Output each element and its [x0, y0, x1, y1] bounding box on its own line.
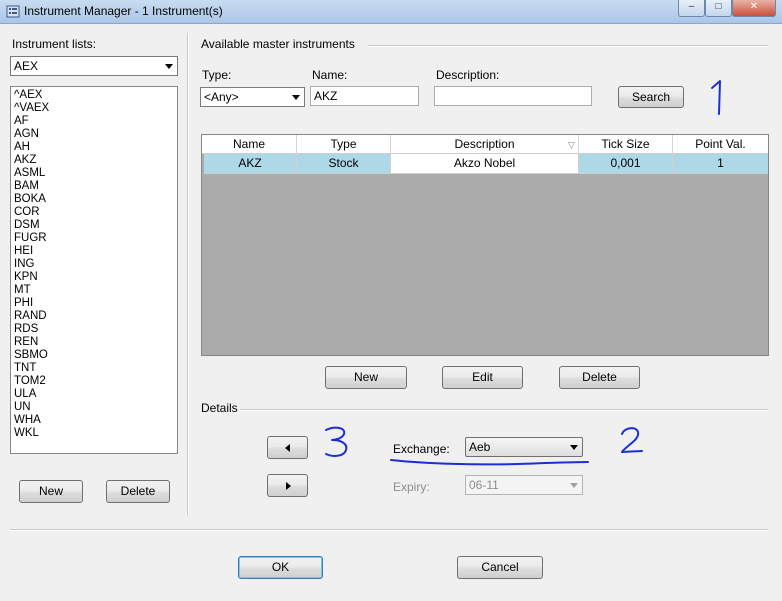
close-button[interactable]: ✕: [732, 0, 776, 17]
instrument-listbox[interactable]: ^AEX ^VAEX AF AGN AH AKZ ASML BAM BOKA COR DSM FUGR…: [10, 86, 178, 454]
master-edit-button[interactable]: Edit: [442, 366, 523, 389]
list-item[interactable]: ULA: [14, 388, 177, 401]
type-select[interactable]: <Any>: [200, 87, 305, 107]
master-group-line: [368, 45, 768, 47]
cell-tick-size[interactable]: 0,001: [579, 154, 673, 174]
column-header-name[interactable]: Name: [202, 135, 297, 154]
cell-point-val[interactable]: 1: [673, 154, 768, 174]
minimize-button[interactable]: –: [678, 0, 705, 17]
name-input-value: AKZ: [314, 89, 338, 103]
list-item[interactable]: ING: [14, 258, 177, 271]
grid-header: Name Type Description Tick Size Point Va…: [202, 135, 768, 154]
annotation-mark-3: 3: [325, 426, 348, 457]
table-row[interactable]: AKZ Stock Akzo Nobel 0,001 1: [202, 154, 768, 174]
list-delete-button[interactable]: Delete: [106, 480, 170, 503]
list-item[interactable]: ^AEX: [14, 89, 177, 102]
list-item[interactable]: WKL: [14, 427, 177, 440]
cell-description[interactable]: Akzo Nobel: [391, 154, 579, 174]
list-item[interactable]: KPN: [14, 271, 177, 284]
description-input[interactable]: [434, 86, 592, 106]
list-item[interactable]: AF: [14, 115, 177, 128]
move-right-button[interactable]: [267, 474, 308, 497]
list-item[interactable]: PHI: [14, 297, 177, 310]
column-header-type[interactable]: Type: [297, 135, 391, 154]
list-item[interactable]: AH: [14, 141, 177, 154]
column-header-tick-size[interactable]: Tick Size: [579, 135, 673, 154]
expiry-label: Expiry:: [393, 480, 430, 494]
description-label: Description:: [436, 68, 500, 82]
sort-icon: ▽: [568, 140, 575, 150]
search-button[interactable]: Search: [618, 86, 684, 108]
column-header-point-val[interactable]: Point Val.: [673, 135, 768, 154]
close-icon: ✕: [749, 1, 759, 12]
chevron-down-icon: [292, 95, 300, 100]
cell-name[interactable]: AKZ: [204, 154, 297, 174]
column-header-description[interactable]: Description: [391, 135, 579, 154]
list-item[interactable]: REN: [14, 336, 177, 349]
master-group-label: Available master instruments: [201, 37, 355, 51]
annotation-underline: [390, 459, 589, 466]
master-new-button[interactable]: New: [325, 366, 407, 389]
list-item[interactable]: RAND: [14, 310, 177, 323]
name-label: Name:: [312, 68, 348, 82]
list-item[interactable]: DSM: [14, 219, 177, 232]
list-item[interactable]: HEI: [14, 245, 177, 258]
list-item[interactable]: MT: [14, 284, 177, 297]
chevron-down-icon: [570, 483, 578, 488]
expiry-value: 06-11: [469, 478, 499, 492]
list-item[interactable]: FUGR: [14, 232, 177, 245]
window-title: Instrument Manager - 1 Instrument(s): [24, 4, 223, 18]
list-item[interactable]: AKZ: [14, 154, 177, 167]
type-value: <Any>: [204, 90, 239, 104]
details-group-line: [240, 409, 768, 411]
annotation-mark-2: 2: [621, 427, 643, 453]
maximize-button[interactable]: □: [705, 0, 732, 17]
title-bar[interactable]: Instrument Manager - 1 Instrument(s) – □…: [0, 0, 782, 24]
instrument-list-value: AEX: [14, 59, 39, 73]
master-instruments-grid[interactable]: Name Type Description Tick Size Point Va…: [201, 134, 769, 356]
list-new-button[interactable]: New: [19, 480, 83, 503]
list-item[interactable]: RDS: [14, 323, 177, 336]
arrow-left-icon: [285, 444, 290, 452]
maximize-icon: □: [715, 1, 722, 12]
list-item[interactable]: ASML: [14, 167, 177, 180]
footer-separator: [10, 529, 768, 531]
minimize-icon: –: [688, 1, 695, 12]
cell-type[interactable]: Stock: [297, 154, 391, 174]
instrument-list-select[interactable]: AEX: [10, 56, 178, 76]
cancel-button[interactable]: Cancel: [457, 556, 543, 579]
details-group-label: Details: [201, 401, 238, 415]
list-item[interactable]: BOKA: [14, 193, 177, 206]
list-item[interactable]: ^VAEX: [14, 102, 177, 115]
list-item[interactable]: WHA: [14, 414, 177, 427]
instrument-manager-window: Instrument Manager - 1 Instrument(s) – □…: [0, 0, 782, 601]
list-item[interactable]: COR: [14, 206, 177, 219]
arrow-right-icon: [286, 482, 291, 490]
name-input[interactable]: AKZ: [310, 86, 419, 106]
master-delete-button[interactable]: Delete: [559, 366, 640, 389]
list-item[interactable]: UN: [14, 401, 177, 414]
ok-button[interactable]: OK: [238, 556, 323, 579]
expiry-select: 06-11: [465, 475, 583, 495]
list-item[interactable]: SBMO: [14, 349, 177, 362]
list-item[interactable]: TNT: [14, 362, 177, 375]
move-left-button[interactable]: [267, 436, 308, 459]
app-icon: [6, 5, 20, 18]
list-item[interactable]: TOM2: [14, 375, 177, 388]
annotation-mark-1: 1: [711, 80, 721, 115]
type-label: Type:: [202, 68, 232, 82]
instrument-lists-label: Instrument lists:: [12, 37, 97, 51]
list-item[interactable]: AGN: [14, 128, 177, 141]
list-item[interactable]: BAM: [14, 180, 177, 193]
exchange-value: Aeb: [469, 440, 491, 454]
chevron-down-icon: [165, 64, 173, 69]
chevron-down-icon: [570, 445, 578, 450]
panel-separator: [187, 33, 189, 515]
